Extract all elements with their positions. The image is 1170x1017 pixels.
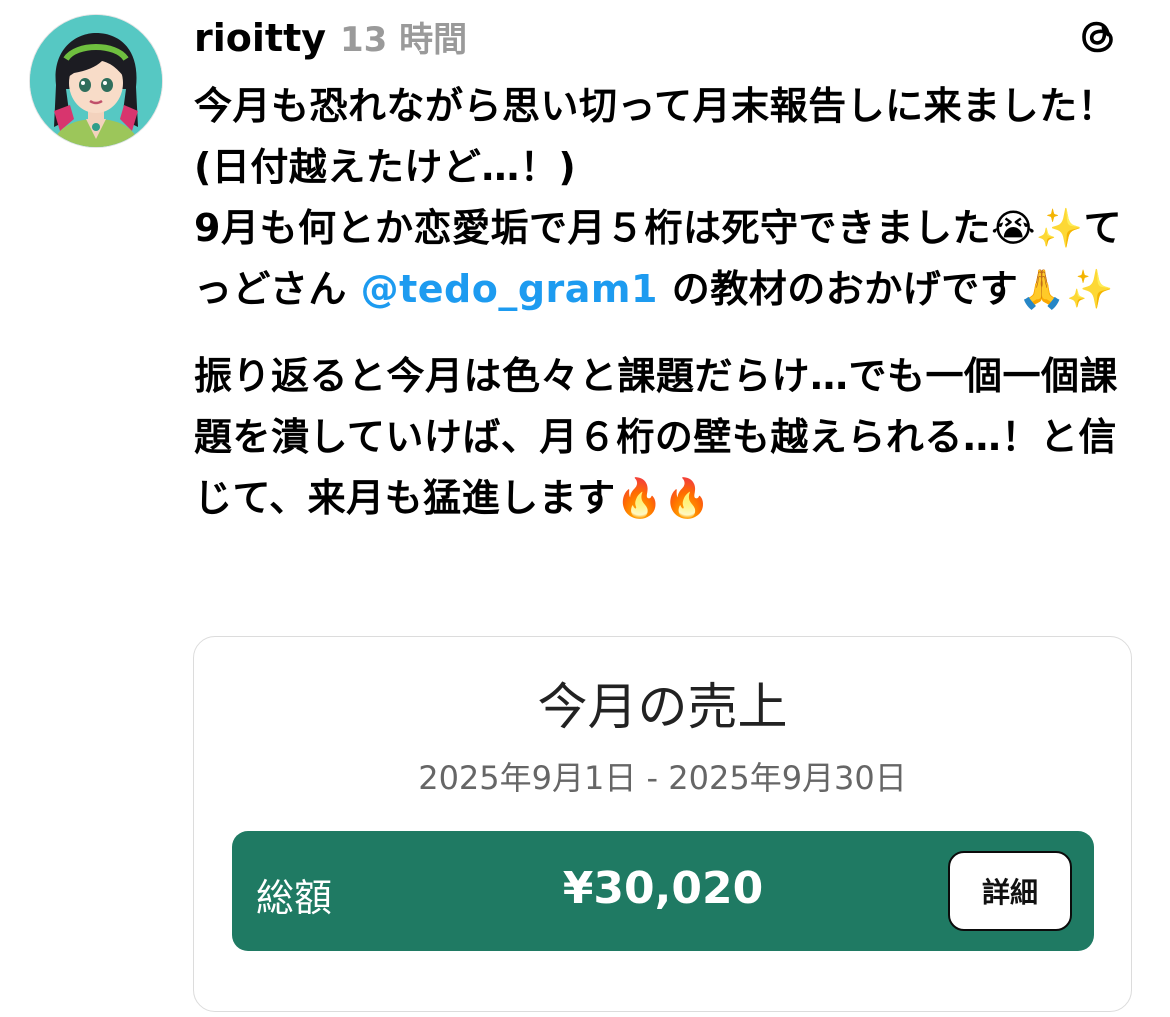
- username[interactable]: rioitty: [194, 16, 326, 60]
- threads-post: rioitty 13 時間 今月も恐れながら思い切って月末報告しに来ました！(日…: [0, 0, 1170, 1017]
- post-paragraph-2: 振り返ると今月は色々と課題だらけ…でも一個一個課題を潰していけば、月６桁の壁も越…: [194, 354, 1119, 520]
- post-body: 今月も恐れながら思い切って月末報告しに来ました！(日付越えたけど…！) 9月も何…: [194, 76, 1139, 529]
- timestamp: 13 時間: [340, 20, 468, 60]
- total-bar: 総額 ¥30,020 詳細: [232, 831, 1094, 951]
- post-paragraph-1: 今月も恐れながら思い切って月末報告しに来ました！(日付越えたけど…！) 9月も何…: [194, 76, 1139, 320]
- avatar[interactable]: [30, 15, 162, 147]
- threads-logo-icon[interactable]: [1074, 12, 1122, 60]
- card-date-range: 2025年9月1日 - 2025年9月30日: [418, 759, 907, 797]
- post-header: rioitty 13 時間: [194, 12, 467, 62]
- sales-card: 今月の売上 2025年9月1日 - 2025年9月30日 総額 ¥30,020 …: [193, 636, 1132, 1012]
- details-button[interactable]: 詳細: [948, 851, 1072, 931]
- post-text-segment: の教材のおかげです🙏✨: [657, 267, 1114, 311]
- mention-link[interactable]: @tedo_gram1: [361, 267, 658, 311]
- avatar-illustration-icon: [30, 15, 162, 147]
- card-title: 今月の売上: [537, 678, 788, 736]
